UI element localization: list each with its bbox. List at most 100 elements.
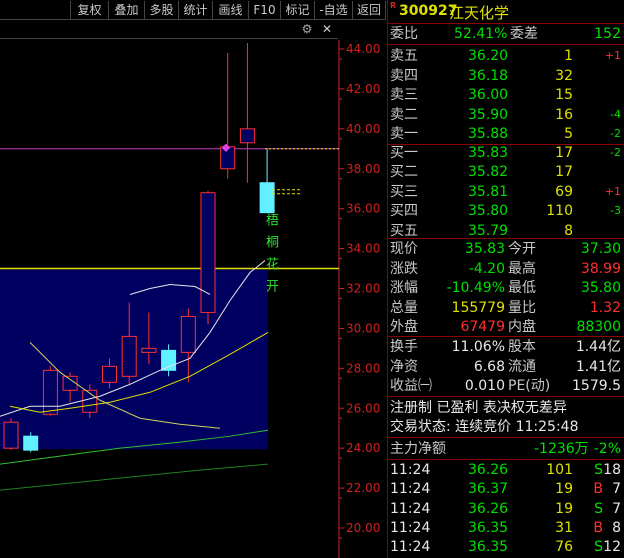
price-tick-label: 20.00 <box>346 521 380 535</box>
stock-name: 江天化学 <box>449 4 510 22</box>
vertical-char: 开 <box>266 280 279 295</box>
bid-label: 买一 <box>390 144 418 161</box>
stat-label: 内盘 <box>508 319 536 335</box>
price-tick-label: 30.00 <box>346 321 380 335</box>
ask-row[interactable]: 卖四 36.18 32 <box>388 67 624 85</box>
price-tick-label: 28.00 <box>346 361 380 375</box>
trade-row: 11:24 36.37 19 B 7 <box>388 480 624 498</box>
trading-status-row: 交易状态: 连续竞价 11:25:48 <box>388 418 624 436</box>
divider <box>388 23 624 24</box>
trade-count: 12 <box>603 539 621 556</box>
weibi-label: 委比 <box>390 26 418 42</box>
r-badge: R <box>390 1 397 10</box>
ask-price: 36.00 <box>468 87 509 103</box>
trade-side: B <box>593 481 603 498</box>
bid-row[interactable]: 买三 35.81 69 +1 <box>388 183 624 201</box>
ask-row[interactable]: 卖五 36.20 1 +1 <box>388 47 624 65</box>
kline-chart[interactable]: 44.00 42.00 40.00 38.00 36.00 34.00 32.00 30.00… <box>0 20 386 558</box>
info-value: 1579.5 <box>572 378 621 394</box>
trade-side: B <box>593 519 603 536</box>
trade-time: 11:24 <box>390 462 431 478</box>
fuquan-button[interactable]: 复权 <box>70 1 108 19</box>
trade-price: 36.35 <box>468 539 509 556</box>
ask-row[interactable]: 卖三 36.00 15 <box>388 86 624 104</box>
stat-value: 67479 <box>460 319 505 335</box>
statistics-button[interactable]: 统计 <box>178 1 212 19</box>
stat-label: 涨跌 <box>390 260 418 277</box>
bid-change: -2 <box>610 145 621 159</box>
bid-volume: 8 <box>564 222 573 239</box>
divider <box>388 44 624 45</box>
candle-up <box>102 365 117 383</box>
add-watchlist-button[interactable]: -自选 <box>314 1 352 19</box>
overlay-button[interactable]: 叠加 <box>108 1 144 19</box>
ma60-line <box>0 463 269 491</box>
info-label: 流通 <box>508 358 536 375</box>
trade-count: 7 <box>612 500 621 517</box>
ask-price: 35.88 <box>468 126 509 142</box>
stat-label: 今开 <box>508 241 536 257</box>
ask-row[interactable]: 卖一 35.88 5 -2 <box>388 125 624 143</box>
bid-change: -3 <box>610 204 621 217</box>
trade-count: 7 <box>612 481 621 498</box>
candle-up <box>42 369 58 415</box>
stat-value: 38.99 <box>580 260 621 277</box>
ask-volume: 15 <box>555 87 573 103</box>
ask-volume: 5 <box>564 126 573 142</box>
trade-price: 36.26 <box>468 462 509 478</box>
net-flow-pct: -2% <box>593 441 621 457</box>
bid-row[interactable]: 买二 35.82 17 <box>388 163 624 181</box>
divider <box>388 396 624 397</box>
bid-row[interactable]: 买五 35.79 8 <box>388 222 624 240</box>
stat-row: 涨跌 -4.20 最高 38.99 <box>388 260 624 278</box>
candle-down <box>259 182 275 214</box>
stat-value: 155779 <box>451 299 505 316</box>
bid-price: 35.81 <box>468 183 509 200</box>
ask-price: 35.90 <box>468 106 509 123</box>
ask-change: -4 <box>610 107 621 121</box>
trade-volume: 101 <box>546 462 573 478</box>
ask-label: 卖二 <box>390 106 418 123</box>
vertical-char: 桐 <box>266 236 279 251</box>
stat-label: 现价 <box>390 241 418 257</box>
price-tick-label: 38.00 <box>346 162 380 176</box>
info-label: PE(动) <box>508 378 551 394</box>
ask-label: 卖四 <box>390 67 418 84</box>
weibi-value: 52.41% <box>454 26 508 42</box>
ask-volume: 32 <box>555 67 573 84</box>
chart-toolbar: 复权 叠加 多股 统计 画线 F10 标记 -自选 返回 <box>0 0 386 20</box>
net-flow-label: 主力净额 <box>390 441 446 457</box>
trade-volume: 19 <box>555 481 573 498</box>
price-tick-label: 42.00 <box>346 82 380 96</box>
bid-volume: 110 <box>546 203 573 219</box>
stat-value: 1.32 <box>589 299 621 316</box>
weicha-value: 152 <box>594 26 621 42</box>
stat-value: 35.83 <box>464 241 505 257</box>
info-label: 净资 <box>390 358 418 375</box>
candle-up <box>121 335 137 377</box>
back-button[interactable]: 返回 <box>352 1 386 19</box>
chart-body <box>0 40 340 558</box>
trade-time: 11:24 <box>390 539 431 556</box>
divider <box>388 459 624 460</box>
bid-row[interactable]: 买一 35.83 17 -2 <box>388 144 624 162</box>
stat-label: 总量 <box>390 299 418 316</box>
info-row: 换手 11.06% 股本 1.44亿 <box>388 338 624 356</box>
trade-price: 36.35 <box>468 519 509 536</box>
trade-side: S <box>594 539 603 556</box>
price-tick-label: 24.00 <box>346 441 380 455</box>
trade-volume: 31 <box>555 519 573 536</box>
bid-row[interactable]: 买四 35.80 110 -3 <box>388 202 624 220</box>
bid-change: +1 <box>604 184 621 198</box>
candle-up <box>239 128 255 144</box>
ask-row[interactable]: 卖二 35.90 16 -4 <box>388 106 624 124</box>
multi-stock-button[interactable]: 多股 <box>144 1 178 19</box>
f10-button[interactable]: F10 <box>248 1 280 19</box>
draw-line-button[interactable]: 画线 <box>212 1 248 19</box>
price-tick-label: 44.00 <box>346 42 380 56</box>
ask-label: 卖一 <box>390 126 418 142</box>
mark-button[interactable]: 标记 <box>280 1 314 19</box>
bid-price: 35.79 <box>468 222 509 239</box>
info-row: 收益㈠ 0.010 PE(动) 1579.5 <box>388 377 624 395</box>
info-row: 净资 6.68 流通 1.41亿 <box>388 358 624 376</box>
